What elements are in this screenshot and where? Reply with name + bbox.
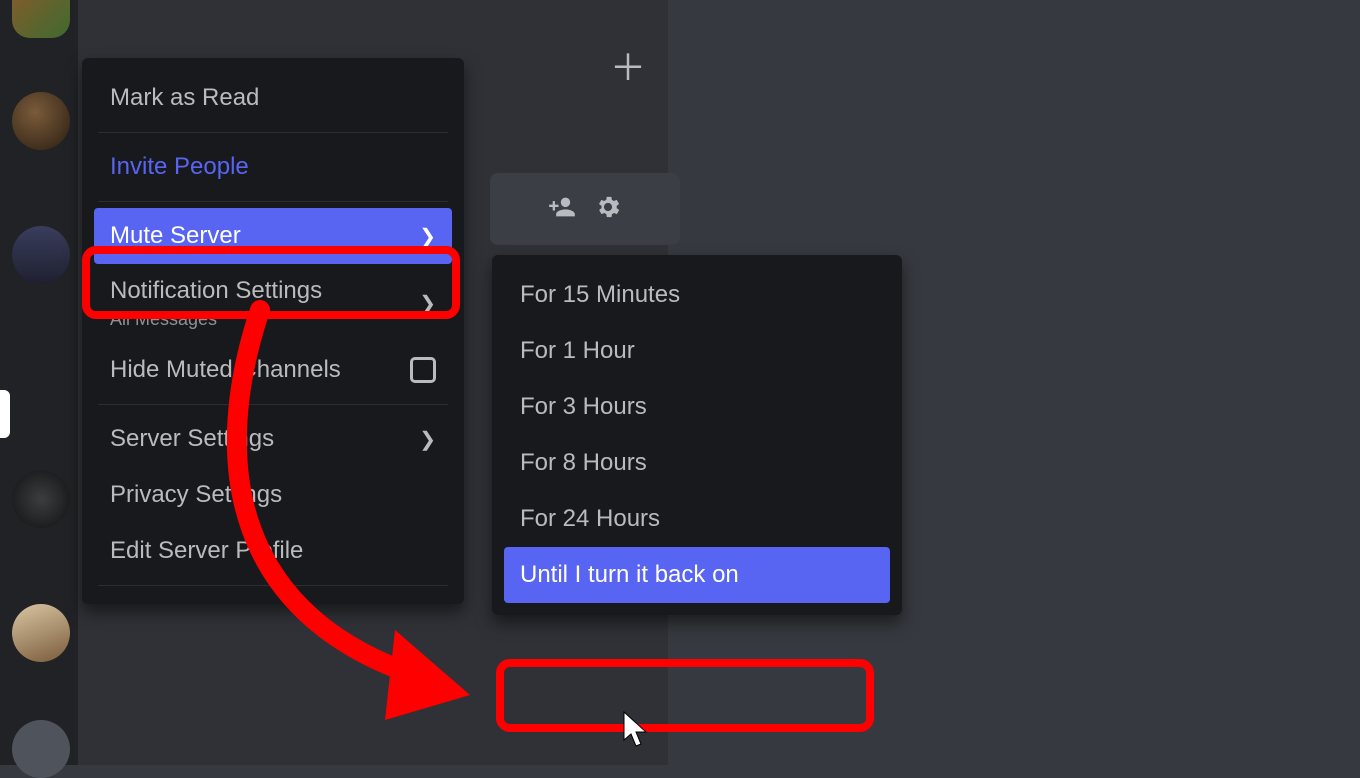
server-icon[interactable] <box>12 0 70 38</box>
menu-label: Invite People <box>110 153 249 181</box>
server-list <box>0 0 78 765</box>
menu-separator <box>98 132 448 133</box>
channel-toolbar <box>490 173 680 245</box>
server-icon[interactable] <box>12 92 70 150</box>
menu-label: Privacy Settings <box>110 481 282 509</box>
menu-separator <box>98 201 448 202</box>
mute-option-8-hours[interactable]: For 8 Hours <box>504 435 890 491</box>
server-icon[interactable] <box>12 226 70 284</box>
menu-sublabel: All Messages <box>110 309 322 330</box>
server-icon[interactable] <box>12 604 70 662</box>
mute-duration-submenu: For 15 Minutes For 1 Hour For 3 Hours Fo… <box>492 255 902 615</box>
menu-separator <box>98 404 448 405</box>
menu-item-edit-server-profile[interactable]: Edit Server Profile <box>94 523 452 579</box>
menu-item-server-settings[interactable]: Server Settings ❯ <box>94 411 452 467</box>
server-context-menu: Mark as Read Invite People Mute Server ❯… <box>82 58 464 604</box>
menu-label: For 8 Hours <box>520 449 647 477</box>
menu-separator <box>98 585 448 586</box>
menu-label: Mute Server <box>110 222 241 250</box>
gear-icon[interactable] <box>594 193 622 226</box>
server-icon[interactable] <box>12 720 70 778</box>
menu-item-invite-people[interactable]: Invite People <box>94 139 452 195</box>
menu-label: Mark as Read <box>110 84 259 112</box>
add-friend-icon[interactable] <box>548 193 576 226</box>
menu-label: Hide Muted Channels <box>110 356 341 384</box>
menu-label: For 24 Hours <box>520 505 660 533</box>
mute-option-24-hours[interactable]: For 24 Hours <box>504 491 890 547</box>
menu-item-notification-settings[interactable]: Notification Settings All Messages ❯ <box>94 264 452 342</box>
add-icon[interactable]: ＋ <box>608 48 648 88</box>
menu-label: Edit Server Profile <box>110 537 303 565</box>
mute-option-1-hour[interactable]: For 1 Hour <box>504 323 890 379</box>
server-icon[interactable] <box>12 470 70 528</box>
chevron-right-icon: ❯ <box>419 291 436 316</box>
chevron-right-icon: ❯ <box>419 224 436 249</box>
menu-item-mute-server[interactable]: Mute Server ❯ <box>94 208 452 264</box>
chevron-right-icon: ❯ <box>419 427 436 452</box>
menu-label: Until I turn it back on <box>520 561 739 589</box>
menu-item-mark-as-read[interactable]: Mark as Read <box>94 70 452 126</box>
menu-label: Notification Settings <box>110 277 322 305</box>
menu-label: For 3 Hours <box>520 393 647 421</box>
menu-item-privacy-settings[interactable]: Privacy Settings <box>94 467 452 523</box>
checkbox-icon[interactable] <box>410 357 436 383</box>
mute-option-3-hours[interactable]: For 3 Hours <box>504 379 890 435</box>
menu-label: For 15 Minutes <box>520 281 680 309</box>
active-server-pill <box>0 390 10 438</box>
menu-label: For 1 Hour <box>520 337 635 365</box>
menu-item-hide-muted-channels[interactable]: Hide Muted Channels <box>94 342 452 398</box>
mute-option-15-minutes[interactable]: For 15 Minutes <box>504 267 890 323</box>
menu-label: Server Settings <box>110 425 274 453</box>
mute-option-until-back-on[interactable]: Until I turn it back on <box>504 547 890 603</box>
